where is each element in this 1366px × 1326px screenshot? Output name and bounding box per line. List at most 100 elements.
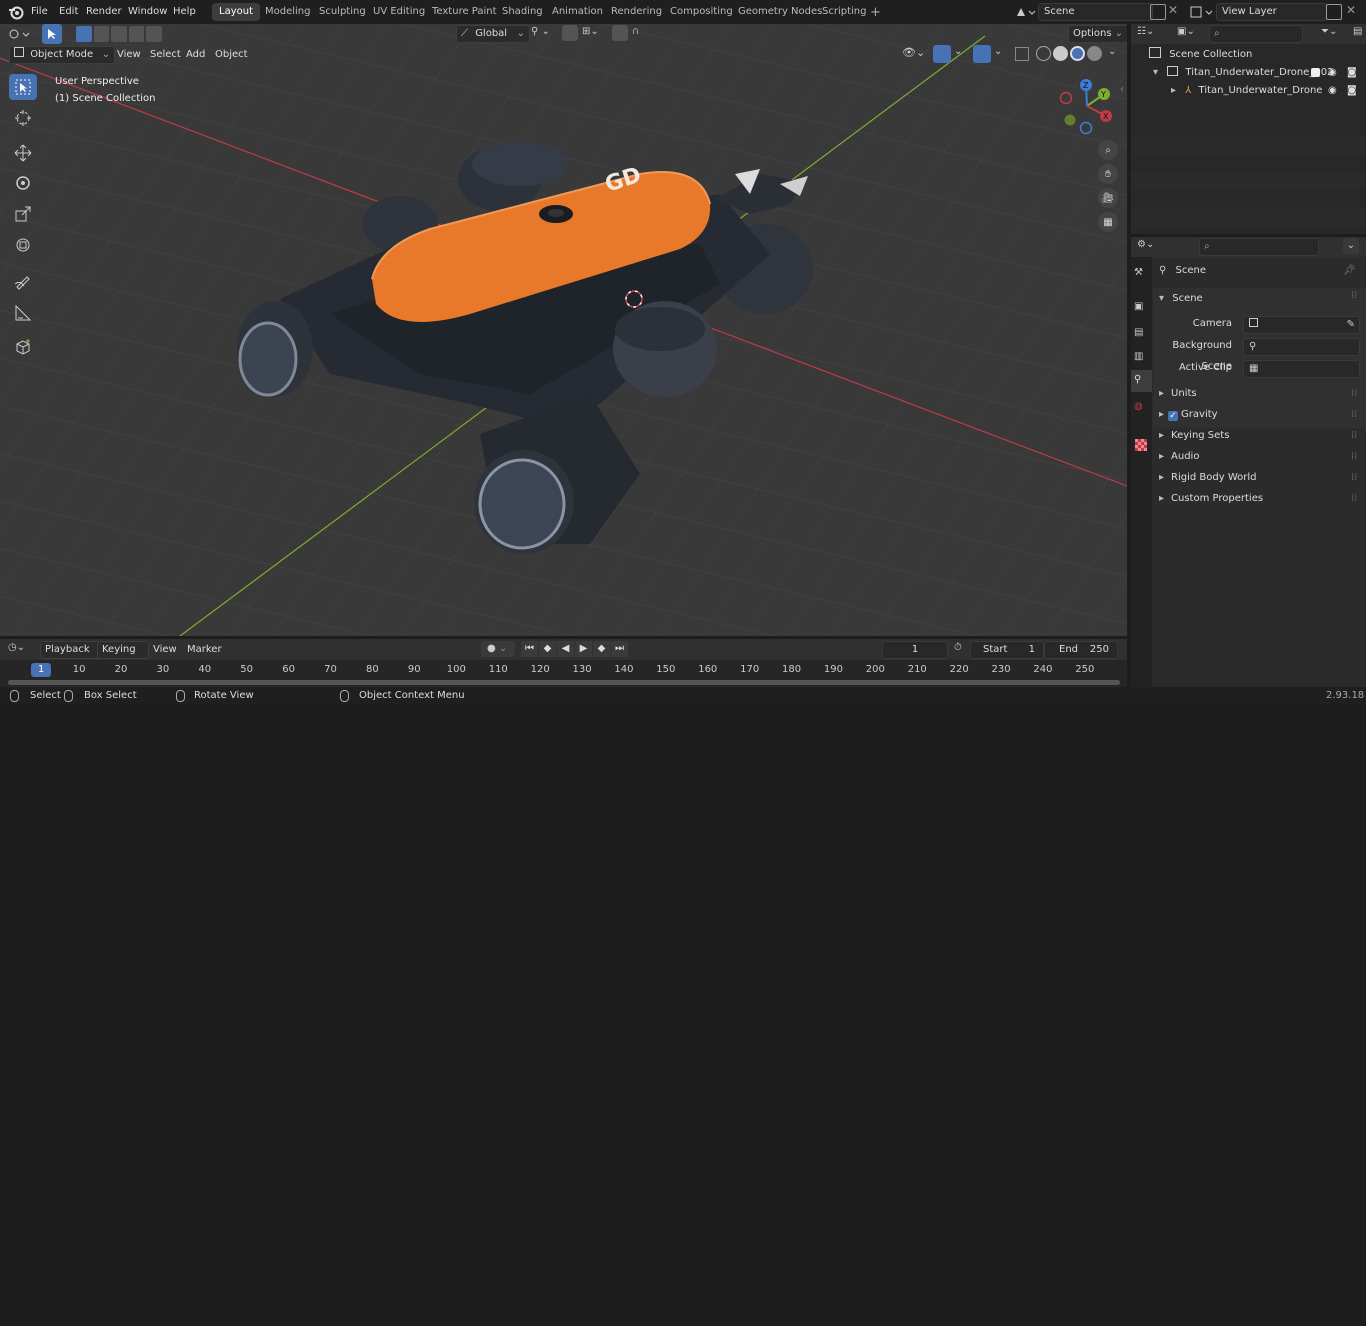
gizmo-toggle-icon[interactable] (933, 45, 951, 63)
view-layer-remove-icon[interactable]: ✕ (1346, 3, 1356, 17)
outliner-row-object[interactable]: ▸ ⅄ Titan_Underwater_Drone ◉ ◙ (1171, 82, 1363, 100)
drag-handle-icon[interactable]: ⁞⁞ (1351, 383, 1357, 404)
tab-texture-paint[interactable]: Texture Paint (425, 3, 504, 21)
camera-render-icon[interactable]: ◙ (1347, 82, 1357, 100)
scale-tool[interactable] (9, 201, 37, 227)
perspective-grid-icon[interactable]: ▦ (1098, 212, 1118, 232)
scene-panel-header[interactable]: ▾ Scene (1159, 288, 1203, 309)
drag-handle-icon[interactable]: ⁞⁞ (1351, 488, 1357, 509)
scene-browse-icon[interactable] (1014, 4, 1036, 20)
timeline-menu-marker[interactable]: Marker (181, 641, 228, 659)
add-workspace-button[interactable]: + (870, 5, 881, 20)
scene-name-field[interactable]: Scene (1038, 3, 1153, 21)
menu-add[interactable]: Add (180, 46, 211, 64)
jump-start-icon[interactable]: ⏮ (521, 641, 538, 657)
jump-end-icon[interactable]: ⏭ (611, 641, 628, 657)
pin-icon[interactable]: 📌︎ (1343, 265, 1356, 276)
timeline-scroll-thumb[interactable] (8, 680, 1120, 685)
blender-logo-icon[interactable] (8, 4, 24, 23)
outliner-scene-collection[interactable]: Scene Collection (1149, 46, 1359, 64)
start-frame-field[interactable]: Start 1 (970, 641, 1044, 659)
mode-dropdown[interactable]: Object Mode ⌄ (9, 46, 115, 64)
tab-modeling[interactable]: Modeling (258, 3, 318, 21)
select-box-tool[interactable] (9, 74, 37, 100)
drag-handle-icon[interactable]: ⁞⁞ (1351, 290, 1357, 301)
display-mode-icon[interactable]: ▣⌄ (1177, 26, 1195, 37)
menu-window[interactable]: Window (122, 3, 173, 21)
tab-uv-editing[interactable]: UV Editing (366, 3, 432, 21)
play-icon[interactable]: ▶ (575, 641, 592, 657)
proportional-edit-icon[interactable] (612, 25, 628, 41)
eye-icon[interactable]: ◉ (1328, 82, 1337, 100)
scene-tab-icon[interactable]: ⚲ (1134, 374, 1141, 385)
expand-arrow-icon[interactable]: ▾ (1153, 67, 1158, 78)
world-tab-icon[interactable]: ◍ (1134, 401, 1143, 412)
tab-animation[interactable]: Animation (545, 3, 610, 21)
subpanel-keying-sets[interactable]: ▸ Keying Sets ⁞⁞ (1153, 425, 1366, 446)
xray-toggle-icon[interactable] (1015, 47, 1029, 61)
camera-field[interactable]: ✎ (1243, 316, 1360, 334)
subpanel-units[interactable]: ▸ Units ⁞⁞ (1153, 383, 1366, 404)
drag-handle-icon[interactable]: ⁞⁞ (1351, 446, 1357, 467)
subpanel-custom-properties[interactable]: ▸ Custom Properties ⁞⁞ (1153, 488, 1366, 509)
menu-render[interactable]: Render (80, 3, 128, 21)
view-layer-new-icon[interactable] (1326, 4, 1342, 20)
measure-tool[interactable] (9, 300, 37, 326)
tab-scripting[interactable]: Scripting (815, 3, 873, 21)
end-frame-field[interactable]: End 250 (1044, 641, 1118, 659)
playback-dropdown[interactable]: Playback ⌄ (40, 641, 102, 671)
outliner-editor-type-icon[interactable]: ☷⌄ (1137, 26, 1154, 37)
gravity-checkbox[interactable]: ✓ (1168, 411, 1179, 421)
tab-shading[interactable]: Shading (495, 3, 550, 21)
tab-compositing[interactable]: Compositing (663, 3, 740, 21)
tab-layout[interactable]: Layout (212, 3, 260, 21)
select-new-icon[interactable] (76, 26, 92, 42)
render-tab-icon[interactable]: ▣ (1134, 301, 1143, 312)
new-collection-icon[interactable]: ▤ (1353, 26, 1362, 37)
chevron-down-icon[interactable]: ⌄ (1343, 238, 1359, 254)
editor-type-icon[interactable] (8, 26, 34, 42)
properties-editor-type-icon[interactable]: ⚙⌄ (1137, 239, 1154, 250)
camera-render-icon[interactable]: ◙ (1347, 64, 1357, 82)
select-tool-header-icon[interactable] (42, 24, 62, 44)
filter-icon[interactable]: ⏷⌄ (1321, 26, 1337, 37)
tab-sculpting[interactable]: Sculpting (312, 3, 373, 21)
outliner-search-input[interactable]: ⌕ (1209, 25, 1303, 43)
eyedropper-icon[interactable]: ✎ (1347, 317, 1355, 333)
navigation-gizmo[interactable]: Z Y X (1052, 76, 1122, 140)
tool-tab-icon[interactable]: ⚒ (1134, 267, 1143, 278)
outliner-row-collection[interactable]: ▾ Titan_Underwater_Drone_002 ◉ ◙ (1153, 64, 1363, 82)
view-layer-browse-icon[interactable] (1189, 4, 1215, 20)
rotate-tool[interactable] (9, 170, 37, 196)
scene-new-icon[interactable] (1150, 4, 1166, 20)
select-extend-icon[interactable] (93, 26, 110, 42)
add-cube-tool[interactable] (9, 334, 37, 360)
current-frame-field[interactable]: 1 (882, 641, 948, 659)
solid-shading-icon[interactable] (1053, 46, 1068, 61)
snap-target-icon[interactable]: ⊞⌄ (582, 26, 599, 37)
subpanel-gravity[interactable]: ▸ ✓ Gravity ⁞⁞ (1153, 404, 1366, 425)
cursor-tool[interactable] (9, 105, 37, 131)
timeline-scrollbar[interactable] (0, 1318, 1127, 1326)
eye-icon[interactable]: ◉ (1328, 64, 1337, 82)
play-reverse-icon[interactable]: ◀ (557, 641, 574, 657)
wireframe-shading-icon[interactable] (1036, 46, 1051, 61)
rendered-shading-icon[interactable] (1087, 46, 1102, 61)
record-button[interactable]: ● ⌄ (481, 641, 515, 657)
drag-handle-icon[interactable]: ⁞⁞ (1351, 425, 1357, 446)
options-dropdown[interactable]: Options ⌄ (1068, 25, 1127, 43)
material-preview-icon[interactable] (1070, 46, 1085, 61)
timeline-menu-view[interactable]: View (147, 641, 183, 659)
chevron-down-icon[interactable]: ⌄ (1108, 46, 1116, 57)
background-scene-field[interactable]: ⚲ (1243, 338, 1360, 356)
move-tool[interactable] (9, 140, 37, 166)
scene-remove-icon[interactable]: ✕ (1168, 3, 1178, 17)
view-layer-field[interactable]: View Layer (1216, 3, 1327, 21)
transform-tool[interactable] (9, 232, 37, 258)
stopwatch-icon[interactable]: ⏱ (954, 642, 962, 653)
texture-tab-icon[interactable] (1135, 439, 1147, 451)
subpanel-audio[interactable]: ▸ Audio ⁞⁞ (1153, 446, 1366, 467)
camera-view-icon[interactable]: 🎥︎ (1098, 188, 1118, 208)
drag-handle-icon[interactable]: ⁞⁞ (1351, 467, 1357, 488)
keying-dropdown[interactable]: Keying ⌄ (97, 641, 149, 671)
